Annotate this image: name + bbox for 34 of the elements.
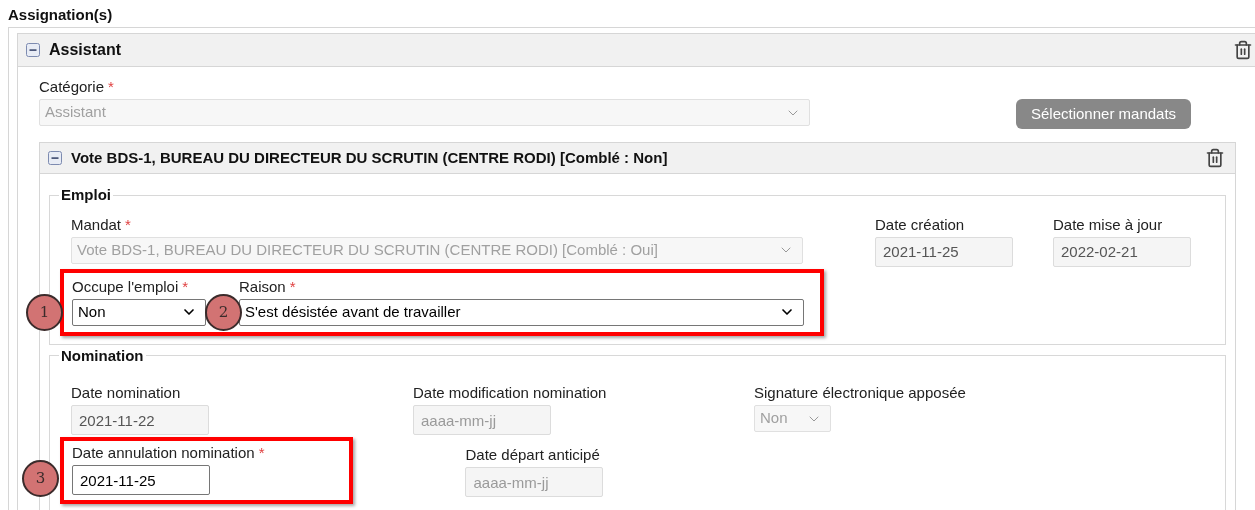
required-mark: * [258, 443, 265, 463]
select-field[interactable]: Non [72, 298, 206, 326]
fieldset-legend: Nomination [59, 344, 146, 367]
collapse-icon[interactable] [48, 151, 62, 165]
section-title: Assignation(s) [7, 5, 114, 25]
panel-header[interactable]: Assistant [18, 34, 1255, 67]
field-label: Raison [239, 276, 286, 297]
field-label: Date annulation nomination [72, 443, 255, 463]
field-label: Date départ anticipé [465, 445, 600, 465]
required-mark: * [182, 276, 189, 297]
select-mandates-button[interactable]: Sélectionner mandats [1016, 99, 1192, 129]
field-label: Date mise à jour [1053, 214, 1163, 235]
date-field[interactable]: 2021-11-25 [72, 465, 210, 495]
numbered-marker: 2 [205, 293, 242, 331]
numbered-marker: 1 [26, 293, 63, 331]
panel-header[interactable]: Vote BDS-1, BUREAU DU DIRECTEUR DU SCRUTIN (CENTRE RODI) [Comblé : Non] [40, 143, 1235, 174]
required-mark: * [108, 77, 114, 97]
fieldset-legend: Emploi [59, 184, 113, 207]
numbered-marker: 3 [22, 460, 59, 497]
trash-icon[interactable] [1205, 148, 1225, 168]
panel-title: Assistant [49, 40, 123, 60]
required-mark: * [125, 214, 131, 235]
required-mark: * [289, 276, 296, 297]
field-label: Date création [875, 214, 965, 235]
select-field[interactable]: S'est désistée avant de travailler [239, 298, 804, 326]
field-label: Date modification nomination [413, 383, 607, 403]
field-label: Signature électronique apposée [754, 383, 966, 403]
field-label: Date nomination [71, 383, 181, 403]
panel-title: Vote BDS-1, BUREAU DU DIRECTEUR DU SCRUTIN (CENTRE RODI) [Comblé : Non] [71, 147, 669, 168]
field-label: Mandat [71, 214, 122, 235]
field-label: Occupe l'emploi [72, 276, 179, 297]
field-label: Catégorie [39, 77, 105, 97]
trash-icon[interactable] [1233, 40, 1253, 60]
collapse-icon[interactable] [26, 43, 40, 57]
